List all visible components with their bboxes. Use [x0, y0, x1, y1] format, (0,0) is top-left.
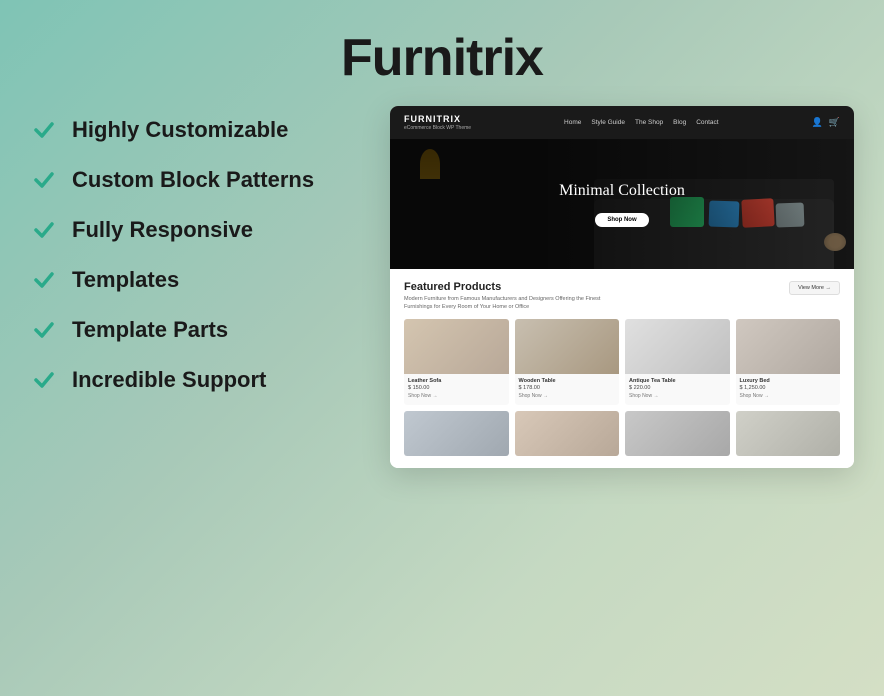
feature-label-incredible-support: Incredible Support [72, 367, 266, 393]
product-price-2: $ 220.00 [629, 385, 726, 391]
product-info-0: Leather Sofa $ 150.00 Shop Now → [404, 374, 509, 405]
product-card-1: Wooden Table $ 178.00 Shop Now → [515, 319, 620, 405]
cart-icon: 🛒 [829, 117, 840, 128]
nav-link-contact: Contact [696, 119, 718, 126]
title-section: Furnitrix [341, 0, 543, 106]
nav-link-blog: Blog [673, 119, 686, 126]
content-area: Highly Customizable Custom Block Pattern… [0, 106, 884, 468]
product-image-2 [625, 319, 730, 374]
feature-label-highly-customizable: Highly Customizable [72, 117, 288, 143]
product-info-2: Antique Tea Table $ 220.00 Shop Now → [625, 374, 730, 405]
product-price-0: $ 150.00 [408, 385, 505, 391]
product-card-bottom-3 [736, 411, 841, 456]
product-card-bottom-2 [625, 411, 730, 456]
feature-item-incredible-support: Incredible Support [30, 366, 360, 394]
product-image-0 [404, 319, 509, 374]
products-grid-bottom [404, 411, 840, 456]
preview-logo: FURNITRIX [404, 114, 471, 124]
check-icon-2 [30, 166, 58, 194]
product-card-2: Antique Tea Table $ 220.00 Shop Now → [625, 319, 730, 405]
feature-item-fully-responsive: Fully Responsive [30, 216, 360, 244]
product-image-3 [736, 319, 841, 374]
product-shop-0[interactable]: Shop Now → [408, 393, 505, 399]
user-icon: 👤 [812, 117, 823, 128]
product-shop-3[interactable]: Shop Now → [740, 393, 837, 399]
feature-item-highly-customizable: Highly Customizable [30, 116, 360, 144]
feature-label-fully-responsive: Fully Responsive [72, 217, 253, 243]
preview-logo-group: FURNITRIX eCommerce Block WP Theme [404, 114, 471, 131]
nav-link-style-guide: Style Guide [591, 119, 625, 126]
preview-nav-links: Home Style Guide The Shop Blog Contact [564, 119, 719, 126]
featured-products-section: Featured Products Modern Furniture from … [390, 269, 854, 468]
product-card-bottom-0 [404, 411, 509, 456]
feature-label-custom-block-patterns: Custom Block Patterns [72, 167, 314, 193]
nav-link-shop: The Shop [635, 119, 663, 126]
hero-content: Minimal Collection Shop Now [559, 182, 685, 227]
page-title: Furnitrix [341, 28, 543, 88]
products-grid: Leather Sofa $ 150.00 Shop Now → Wooden … [404, 319, 840, 405]
hero-shop-now-button[interactable]: Shop Now [595, 213, 648, 227]
product-info-1: Wooden Table $ 178.00 Shop Now → [515, 374, 620, 405]
product-shop-1[interactable]: Shop Now → [519, 393, 616, 399]
product-price-3: $ 1,250.00 [740, 385, 837, 391]
check-icon-4 [30, 266, 58, 294]
featured-description: Modern Furniture from Famous Manufacture… [404, 296, 604, 311]
nav-link-home: Home [564, 119, 581, 126]
features-list: Highly Customizable Custom Block Pattern… [30, 106, 360, 416]
preview-logo-sub: eCommerce Block WP Theme [404, 125, 471, 131]
product-image-1 [515, 319, 620, 374]
product-name-0: Leather Sofa [408, 378, 505, 384]
product-name-1: Wooden Table [519, 378, 616, 384]
website-preview: FURNITRIX eCommerce Block WP Theme Home … [390, 106, 854, 468]
feature-label-templates: Templates [72, 267, 179, 293]
product-card-0: Leather Sofa $ 150.00 Shop Now → [404, 319, 509, 405]
feature-item-custom-block-patterns: Custom Block Patterns [30, 166, 360, 194]
featured-header-left: Featured Products Modern Furniture from … [404, 281, 604, 311]
check-icon-5 [30, 316, 58, 344]
preview-hero: Minimal Collection Shop Now [390, 139, 854, 269]
check-icon-3 [30, 216, 58, 244]
feature-item-templates: Templates [30, 266, 360, 294]
product-price-1: $ 178.00 [519, 385, 616, 391]
product-info-3: Luxury Bed $ 1,250.00 Shop Now → [736, 374, 841, 405]
product-shop-2[interactable]: Shop Now → [629, 393, 726, 399]
product-card-3: Luxury Bed $ 1,250.00 Shop Now → [736, 319, 841, 405]
product-name-3: Luxury Bed [740, 378, 837, 384]
hero-title: Minimal Collection [559, 182, 685, 200]
preview-navbar: FURNITRIX eCommerce Block WP Theme Home … [390, 106, 854, 139]
featured-header: Featured Products Modern Furniture from … [404, 281, 840, 311]
featured-title: Featured Products [404, 281, 604, 293]
feature-label-template-parts: Template Parts [72, 317, 228, 343]
check-icon-6 [30, 366, 58, 394]
feature-item-template-parts: Template Parts [30, 316, 360, 344]
product-name-2: Antique Tea Table [629, 378, 726, 384]
product-card-bottom-1 [515, 411, 620, 456]
preview-nav-icons: 👤 🛒 [812, 117, 840, 128]
view-more-button[interactable]: View More → [789, 281, 840, 295]
check-icon [30, 116, 58, 144]
